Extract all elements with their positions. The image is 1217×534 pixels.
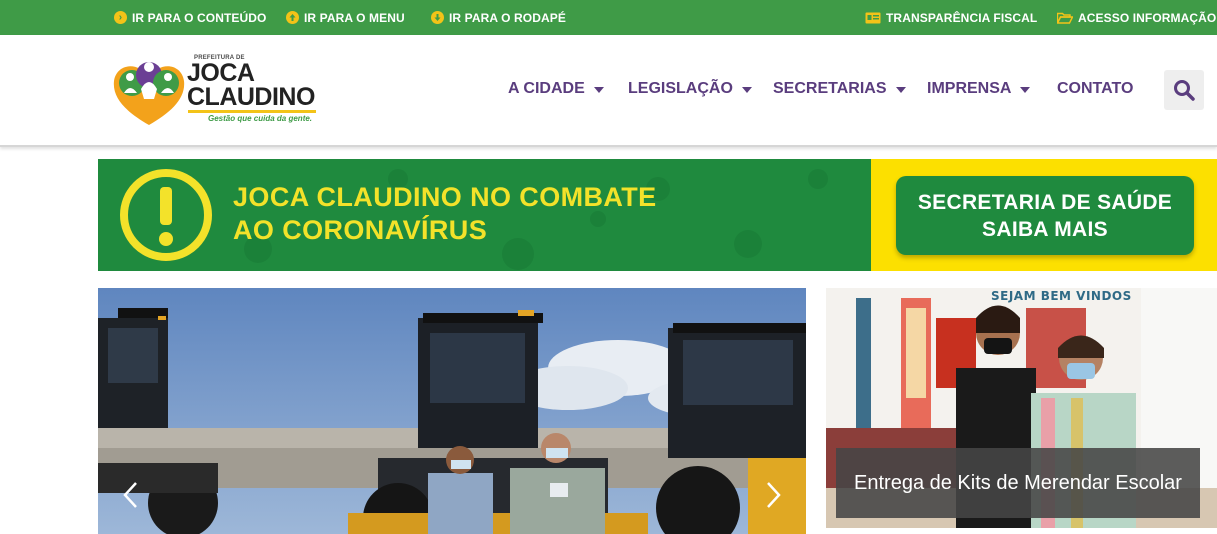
slider-next-button[interactable] [759,480,789,510]
slider-photo-wheel-loaders [98,288,806,534]
accessibility-bar: › IR PARA O CONTEÚDO IR PARA O MENU IR P… [0,0,1217,35]
nav-item-secretarias[interactable]: SECRETARIAS [773,35,906,143]
chevron-down-icon [741,87,752,93]
cta-line2: SAIBA MAIS [982,217,1108,241]
chevron-down-icon [593,87,604,93]
nav-item-label: CONTATO [1057,80,1134,97]
welcome-sign: SEJAM BEM VINDOS [991,289,1132,303]
news-slider[interactable] [98,288,806,534]
nav-item-label: IMPRENSA [927,80,1012,97]
arrow-up-circle-icon [286,11,299,24]
chevron-right-icon [767,482,781,508]
coronavirus-banner[interactable]: JOCA CLAUDINO NO COMBATE AO CORONAVÍRUS … [98,159,1217,271]
skip-to-content-label: IR PARA O CONTEÚDO [132,10,267,25]
skip-to-menu-label: IR PARA O MENU [304,10,405,25]
banner-headline: JOCA CLAUDINO NO COMBATE AO CORONAVÍRUS [233,181,657,247]
chevron-down-icon [1020,87,1031,93]
banner-headline-line1: JOCA CLAUDINO NO COMBATE [233,182,657,212]
search-icon [1174,80,1195,101]
health-secretary-button[interactable]: SECRETARIA DE SAÚDE SAIBA MAIS [896,176,1194,255]
nav-item-imprensa[interactable]: IMPRENSA [927,35,1031,143]
nav-item-contato[interactable]: CONTATO [1057,35,1133,143]
nav-item-a-cidade[interactable]: A CIDADE [508,35,604,143]
logo-underline [188,110,316,113]
skip-to-footer-label: IR PARA O RODAPÉ [449,10,566,25]
arrow-down-circle-icon [431,11,444,24]
logo-title-line2: CLAUDINO [187,83,315,111]
skip-to-footer-link[interactable]: IR PARA O RODAPÉ [431,0,566,35]
chevron-down-icon [895,87,906,93]
logo-emblem [113,62,185,125]
search-button[interactable] [1164,70,1204,110]
chevron-left-icon [123,482,137,508]
skip-to-content-link[interactable]: › IR PARA O CONTEÚDO [114,0,266,35]
cta-line1: SECRETARIA DE SAÚDE [917,190,1173,214]
banner-headline-line2: AO CORONAVÍRUS [233,215,488,245]
nav-item-legislacao[interactable]: LEGISLAÇÃO [628,35,752,143]
folder-open-icon [1057,12,1073,24]
fiscal-transparency-label: TRANSPARÊNCIA FISCAL [886,10,1038,25]
side-news-card[interactable]: SEJAM BEM VINDOS Entrega de Kits de Mere… [826,288,1217,528]
arrow-right-circle-icon: › [114,11,127,24]
fiscal-transparency-link[interactable]: TRANSPARÊNCIA FISCAL [865,0,1037,35]
id-card-icon [865,12,881,24]
access-information-label: ACESSO INFORMAÇÃO [1078,10,1217,25]
slider-prev-button[interactable] [115,480,145,510]
site-logo[interactable]: PREFEITURA DE JOCA CLAUDINO Gestão que c… [110,53,325,131]
warning-icon [120,169,212,261]
access-information-link[interactable]: ACESSO INFORMAÇÃO [1057,0,1216,35]
nav-item-label: SECRETARIAS [773,80,887,97]
skip-to-menu-link[interactable]: IR PARA O MENU [286,0,405,35]
nav-item-label: A CIDADE [508,80,585,97]
logo-tagline: Gestão que cuida da gente. [208,114,313,123]
side-news-caption: Entrega de Kits de Merendar Escolar [836,448,1200,518]
banner-cta-panel: SECRETARIA DE SAÚDE SAIBA MAIS [871,159,1217,271]
site-header: PREFEITURA DE JOCA CLAUDINO Gestão que c… [0,35,1217,147]
nav-item-label: LEGISLAÇÃO [628,80,733,97]
